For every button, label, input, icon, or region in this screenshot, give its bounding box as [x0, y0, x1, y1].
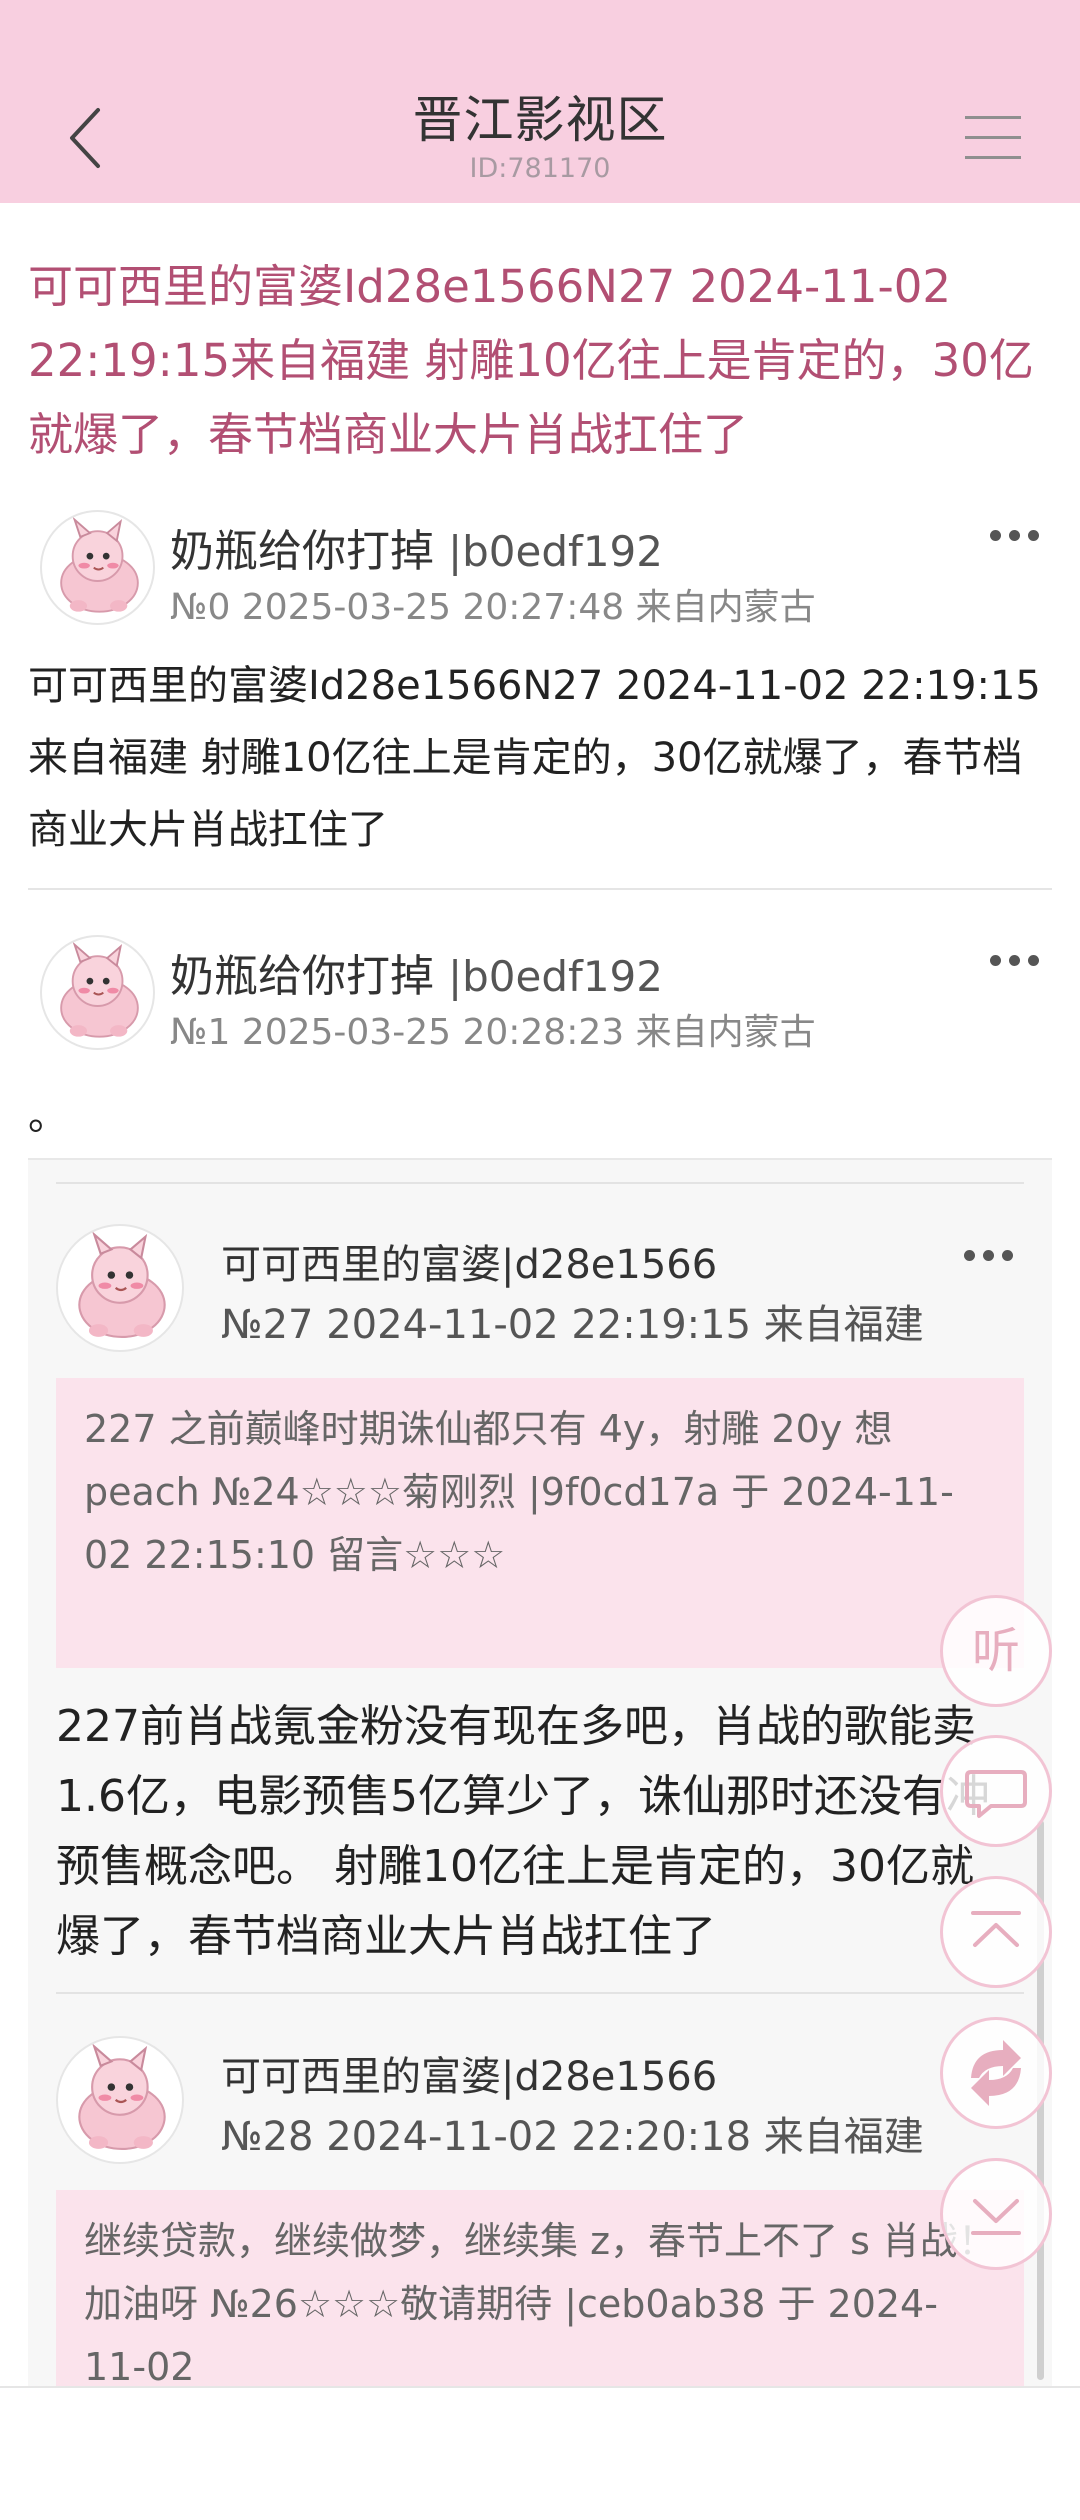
pig-avatar-icon — [60, 518, 139, 613]
avatar[interactable] — [56, 1224, 184, 1352]
comment-button[interactable] — [940, 1735, 1052, 1847]
pig-avatar-icon — [60, 943, 139, 1038]
quoted-header: 可可西里的富婆|d28e1566 №28 2024-11-02 22:20:18… — [56, 2036, 1024, 2176]
board-title: 晋江影视区 — [412, 91, 668, 149]
bottom-bar — [0, 2386, 1080, 2520]
refresh-icon — [971, 2040, 1021, 2106]
comment-icon — [965, 1770, 1027, 1818]
thread-title: 可可西里的富婆Id28e1566N27 2024-11-02 22:19:15来… — [28, 260, 1034, 461]
pig-avatar-icon — [78, 2045, 166, 2151]
quoted-reply: 继续贷款，继续做梦，继续集 z，春节上不了 s 肖战！加油呀 №26☆☆☆敬请期… — [56, 2190, 1024, 2410]
post-header: 奶瓶给你打掉 |b0edf192 №1 2025-03-25 20:28:23 … — [40, 935, 1040, 1065]
divider — [56, 1182, 1024, 1184]
quoted-reply: 227 之前巅峰时期诛仙都只有 4y，射雕 20y 想 peach №24☆☆☆… — [56, 1378, 1024, 1668]
listen-label: 听 — [971, 1623, 1020, 1679]
divider — [28, 888, 1052, 890]
post-more-button[interactable] — [990, 520, 1040, 550]
board-id: ID:781170 — [469, 153, 611, 184]
quoted-meta: №28 2024-11-02 22:20:18 来自福建 — [221, 2114, 924, 2160]
post-more-button[interactable] — [990, 945, 1040, 975]
post-author: 奶瓶给你打掉 |b0edf192 — [170, 951, 663, 1002]
avatar[interactable] — [40, 935, 155, 1050]
post-author: 奶瓶给你打掉 |b0edf192 — [170, 526, 663, 577]
quoted-body: 227前肖战氪金粉没有现在多吧，肖战的歌能卖1.6亿，电影预售5亿算少了，诛仙那… — [56, 1701, 990, 1962]
pig-avatar-icon — [78, 1233, 166, 1339]
post-body: 。 — [28, 1093, 68, 1139]
more-icon — [964, 1250, 975, 1261]
avatar[interactable] — [40, 510, 155, 625]
menu-icon — [965, 116, 1021, 119]
scroll-bottom-button[interactable] — [940, 2158, 1052, 2270]
quoted-replies: 可可西里的富婆|d28e1566 №27 2024-11-02 22:19:15… — [28, 1158, 1052, 2410]
avatar[interactable] — [56, 2036, 184, 2164]
scroll-top-icon — [971, 1911, 1021, 1947]
listen-button[interactable]: 听 — [940, 1595, 1052, 1707]
more-icon — [990, 955, 1001, 966]
scroll-top-button[interactable] — [940, 1876, 1052, 1988]
post-header: 奶瓶给你打掉 |b0edf192 №0 2025-03-25 20:27:48 … — [40, 510, 1040, 640]
quoted-more-button[interactable] — [964, 1240, 1014, 1270]
scroll-bottom-icon — [971, 2199, 1021, 2235]
post-meta: №1 2025-03-25 20:28:23 来自内蒙古 — [170, 1012, 816, 1053]
refresh-button[interactable] — [940, 2017, 1052, 2129]
menu-button[interactable] — [965, 112, 1025, 162]
quoted-meta: №27 2024-11-02 22:19:15 来自福建 — [221, 1302, 924, 1348]
post-body: 可可西里的富婆Id28e1566N27 2024-11-02 22:19:15来… — [28, 663, 1041, 853]
divider — [56, 1992, 1024, 1994]
quoted-header: 可可西里的富婆|d28e1566 №27 2024-11-02 22:19:15… — [56, 1224, 1024, 1364]
quoted-author: 可可西里的富婆|d28e1566 — [221, 2054, 718, 2100]
more-icon — [990, 530, 1001, 541]
top-app-bar: 晋江影视区 ID:781170 — [0, 0, 1080, 203]
post-meta: №0 2025-03-25 20:27:48 来自内蒙古 — [170, 587, 816, 628]
quoted-author: 可可西里的富婆|d28e1566 — [221, 1242, 718, 1288]
